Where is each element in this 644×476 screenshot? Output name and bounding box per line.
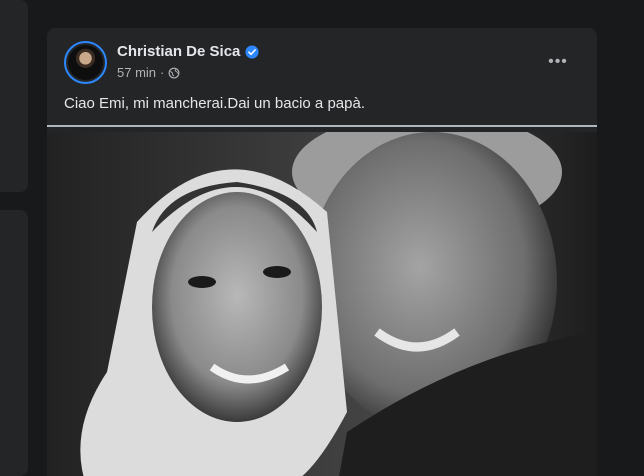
author-name[interactable]: Christian De Sica — [117, 43, 240, 60]
more-options-button[interactable]: ••• — [544, 48, 572, 76]
author-name-row: Christian De Sica — [117, 43, 259, 60]
post-header: Christian De Sica 57 min · ••• — [47, 28, 597, 88]
meta-separator: · — [160, 65, 165, 80]
globe-icon — [168, 67, 180, 78]
post-timestamp[interactable]: 57 min — [117, 65, 156, 80]
more-options-icon: ••• — [548, 53, 568, 70]
woman-eye-left — [188, 276, 216, 288]
post-meta: 57 min · — [117, 65, 180, 80]
avatar-image — [68, 45, 103, 80]
woman-eye-right — [263, 266, 291, 278]
post-card: Christian De Sica 57 min · ••• Ciao Emi,… — [47, 28, 597, 476]
left-sidebar-panel — [0, 0, 28, 192]
author-avatar[interactable] — [64, 41, 107, 84]
left-sidebar-panel-lower — [0, 210, 28, 476]
photo-top-border — [47, 125, 597, 127]
verified-badge-icon — [245, 44, 259, 59]
post-text: Ciao Emi, mi mancherai.Dai un bacio a pa… — [64, 95, 365, 112]
post-photo[interactable] — [47, 132, 597, 476]
woman-face — [152, 192, 322, 422]
